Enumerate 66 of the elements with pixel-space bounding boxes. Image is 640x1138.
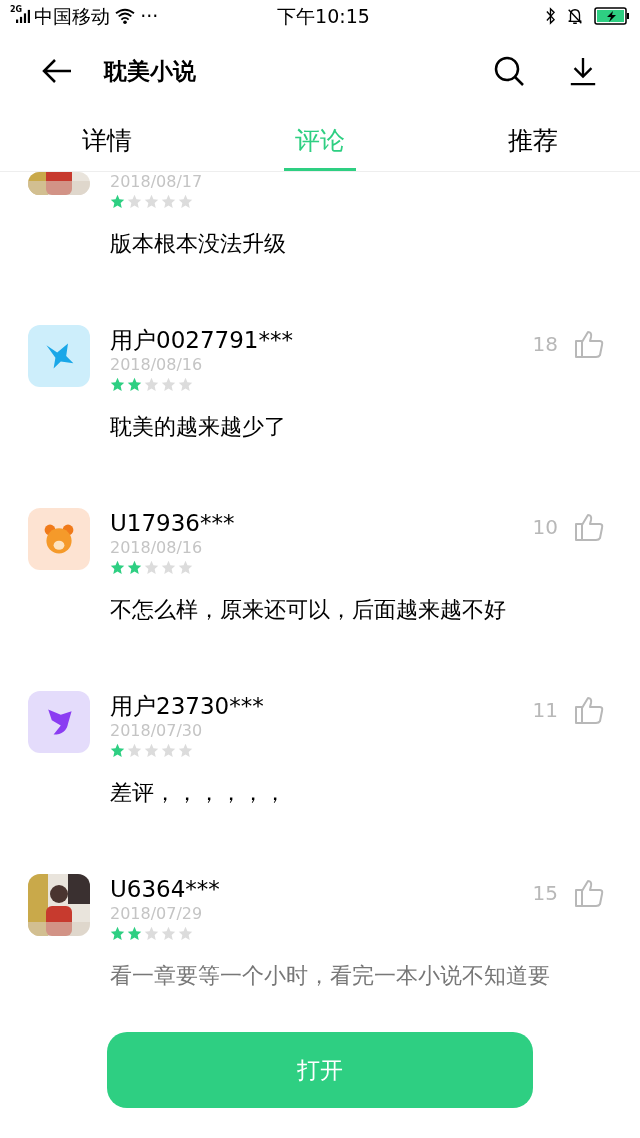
- star-icon: [127, 194, 142, 209]
- star-icon: [144, 926, 159, 941]
- star-icon: [178, 194, 193, 209]
- star-icon: [110, 194, 125, 209]
- review-date: 2018/08/17: [110, 172, 204, 192]
- star-icon: [127, 560, 142, 575]
- star-icon: [110, 926, 125, 941]
- star-icon: [178, 377, 193, 392]
- star-icon: [161, 377, 176, 392]
- like-count: 11: [532, 697, 558, 724]
- wifi-icon: [114, 7, 137, 25]
- search-button[interactable]: [492, 54, 526, 88]
- thumbs-up-icon: [574, 695, 604, 725]
- like-button[interactable]: [574, 512, 604, 542]
- star-icon: [178, 743, 193, 758]
- review-text: 不怎么样，原来还可以，后面越来越不好: [110, 596, 507, 624]
- star-icon: [110, 743, 125, 758]
- like-button[interactable]: [574, 695, 604, 725]
- star-icon: [161, 560, 176, 575]
- star-icon: [144, 194, 159, 209]
- star-icon: [144, 743, 159, 758]
- like-button[interactable]: [574, 329, 604, 359]
- review-date: 2018/08/16: [110, 538, 204, 558]
- star-icon: [178, 560, 193, 575]
- bell-muted-icon: [566, 7, 584, 25]
- star-icon: [127, 926, 142, 941]
- like-count: 18: [532, 331, 558, 358]
- tab-indicator: [284, 168, 356, 171]
- review-text: 看一章要等一个小时，看完一本小说不知道要: [110, 962, 551, 990]
- download-icon: [568, 55, 598, 87]
- tab[interactable]: 详情: [0, 110, 214, 171]
- star-icon: [144, 377, 159, 392]
- star-icon: [127, 743, 142, 758]
- status-more: ···: [140, 3, 159, 29]
- like-count: 10: [532, 514, 558, 541]
- star-icon: [110, 377, 125, 392]
- star-icon: [161, 926, 176, 941]
- bluetooth-icon: [545, 7, 556, 25]
- star-icon: [127, 377, 142, 392]
- thumbs-up-icon: [574, 329, 604, 359]
- star-icon: [178, 926, 193, 941]
- star-icon: [161, 743, 176, 758]
- search-icon: [493, 55, 525, 87]
- network-type: 2G: [10, 3, 23, 16]
- review-text: 版本根本没法升级: [110, 230, 287, 258]
- user-name: U17936***: [110, 509, 236, 538]
- like-count: 15: [532, 880, 558, 907]
- review-date: 2018/07/30: [110, 721, 204, 741]
- star-icon: [161, 194, 176, 209]
- user-name: 用户0027791***: [110, 326, 294, 355]
- thumbs-up-icon: [574, 512, 604, 542]
- like-button[interactable]: [574, 878, 604, 908]
- user-name: 用户23730***: [110, 692, 265, 721]
- clock: 下午10:15: [276, 3, 371, 29]
- review-date: 2018/07/29: [110, 904, 204, 924]
- review-text: 耽美的越来越少了: [110, 413, 287, 441]
- user-name: U6364***: [110, 875, 221, 904]
- review-text: 差评，，，，，，: [110, 779, 287, 807]
- carrier-name: 中国移动: [34, 3, 111, 29]
- page-title: 耽美小说: [104, 56, 197, 86]
- star-icon: [144, 560, 159, 575]
- review-date: 2018/08/16: [110, 355, 204, 375]
- star-icon: [110, 560, 125, 575]
- thumbs-up-icon: [574, 878, 604, 908]
- tab[interactable]: 推荐: [426, 110, 640, 171]
- battery-icon: [594, 7, 630, 25]
